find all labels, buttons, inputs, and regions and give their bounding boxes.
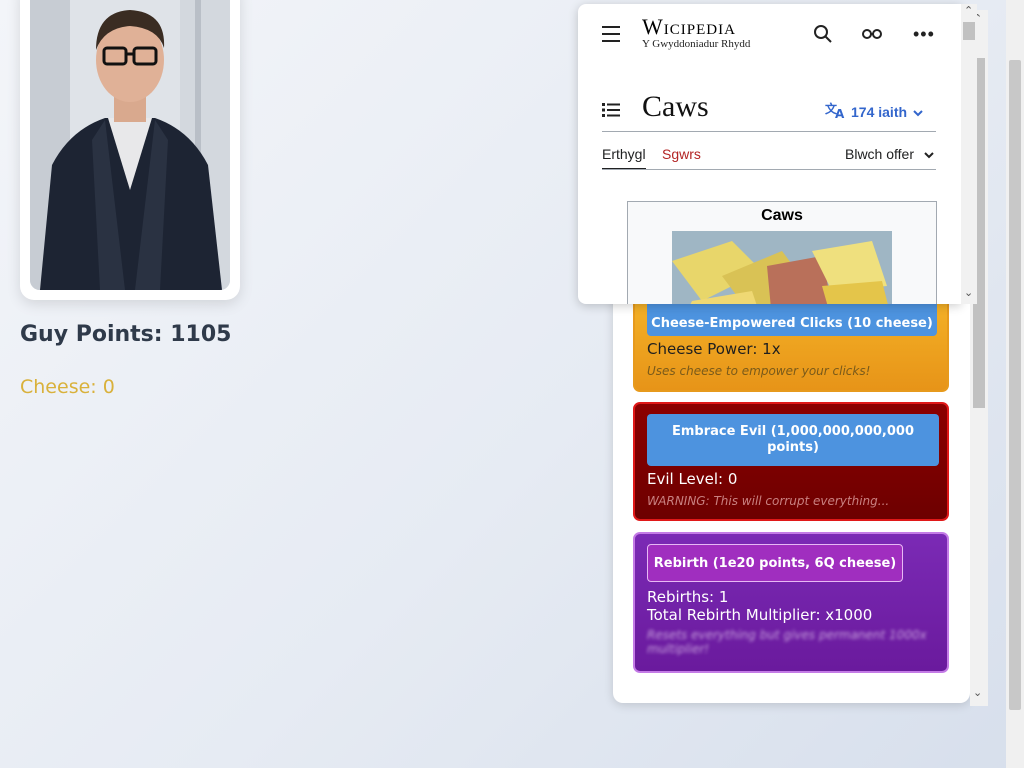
profile-photo[interactable] <box>30 0 230 290</box>
guy-points-counter: Guy Points: 1105 <box>20 322 232 347</box>
table-of-contents-icon[interactable] <box>602 102 620 123</box>
rebirth-description: Resets everything but gives permanent 10… <box>647 628 927 656</box>
page-scrollbar-thumb[interactable] <box>1009 60 1021 710</box>
hamburger-menu-icon[interactable] <box>602 26 620 47</box>
embrace-evil-button[interactable]: Embrace Evil (1,000,000,000,000 points) <box>647 414 939 466</box>
tools-label: Blwch offer <box>845 146 914 162</box>
wiki-scroll-down-icon[interactable]: ⌄ <box>964 286 973 299</box>
svg-text:A: A <box>835 107 845 119</box>
profile-card <box>20 0 240 300</box>
evil-warning-text: WARNING: This will corrupt everything... <box>647 494 890 508</box>
cheese-upgrade-description: Uses cheese to empower your clicks! <box>647 364 871 378</box>
rebirths-count: Rebirths: 1 <box>647 588 729 606</box>
wikipedia-tagline: Y Gwyddoniadur Rhydd <box>642 38 751 50</box>
wikipedia-popup: Wicipedia Y Gwyddoniadur Rhydd ••• Caws … <box>578 4 961 304</box>
language-selector[interactable]: 文A 174 iaith <box>825 101 923 122</box>
translate-icon: 文A <box>825 101 845 122</box>
title-divider <box>602 131 936 132</box>
cheese-image[interactable] <box>672 231 892 304</box>
tab-article[interactable]: Erthygl <box>602 146 646 170</box>
wiki-scrollbar-thumb[interactable] <box>963 22 975 40</box>
rebirth-multiplier: Total Rebirth Multiplier: x1000 <box>647 606 873 624</box>
tab-talk[interactable]: Sgwrs <box>662 146 701 162</box>
evil-level-status: Evil Level: 0 <box>647 470 738 488</box>
search-icon[interactable] <box>813 24 833 49</box>
infobox-title: Caws <box>761 207 803 224</box>
cheese-upgrade-card: Cheese-Empowered Clicks (10 cheese) Chee… <box>633 296 949 392</box>
chevron-down-icon <box>913 104 923 120</box>
wiki-scroll-up-icon[interactable]: ⌃ <box>964 4 973 17</box>
wikipedia-logo[interactable]: Wicipedia <box>642 14 736 40</box>
cheese-counter: Cheese: 0 <box>20 376 115 398</box>
infobox: Caws <box>627 201 937 304</box>
cheese-power-status: Cheese Power: 1x <box>647 340 781 358</box>
language-count: 174 iaith <box>851 103 908 120</box>
tools-dropdown[interactable]: Blwch offer <box>845 146 934 162</box>
page-scrollbar[interactable] <box>1006 0 1024 768</box>
more-options-icon[interactable]: ••• <box>913 24 935 45</box>
reading-glasses-icon[interactable] <box>861 26 883 45</box>
wiki-popup-scrollbar[interactable]: ⌃ ⌄ <box>961 4 977 304</box>
scroll-down-arrow-icon[interactable]: ⌄ <box>973 686 982 699</box>
evil-upgrade-card: Embrace Evil (1,000,000,000,000 points) … <box>633 402 949 521</box>
rebirth-button[interactable]: Rebirth (1e20 points, 6Q cheese) <box>647 544 903 582</box>
tabs-divider <box>602 169 936 170</box>
chevron-down-icon <box>924 146 934 162</box>
article-title: Caws <box>642 90 709 123</box>
rebirth-card: Rebirth (1e20 points, 6Q cheese) Rebirth… <box>633 532 949 673</box>
